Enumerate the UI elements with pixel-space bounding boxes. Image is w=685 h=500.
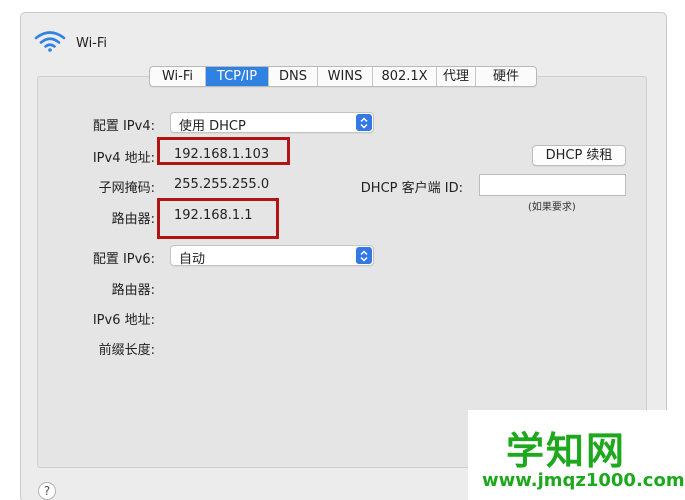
- help-button[interactable]: ?: [38, 482, 56, 500]
- configure-ipv6-value: 自动: [179, 252, 206, 267]
- watermark-logo-text: 学知网: [506, 429, 627, 473]
- subnet-mask-value: 255.255.255.0: [174, 177, 270, 192]
- ipv4-router-highlight: [157, 198, 279, 239]
- tab-dns[interactable]: DNS: [269, 67, 318, 86]
- dhcp-client-id-label: DHCP 客户端 ID:: [360, 181, 463, 196]
- prefix-length-label: 前缀长度:: [98, 343, 155, 358]
- dhcp-client-id-hint: (如果要求): [528, 202, 576, 213]
- configure-ipv6-select[interactable]: 自动: [170, 245, 374, 267]
- select-arrows-icon: [356, 114, 372, 131]
- configure-ipv4-label: 配置 IPv4:: [92, 119, 155, 134]
- window-header: Wi-Fi: [34, 30, 107, 56]
- ipv6-router-label: 路由器:: [111, 283, 155, 298]
- subnet-mask-label: 子网掩码:: [98, 181, 155, 196]
- select-arrows-icon: [356, 247, 372, 264]
- tab-wins[interactable]: WINS: [318, 67, 373, 86]
- ipv4-router-label: 路由器:: [111, 212, 155, 227]
- configure-ipv4-select[interactable]: 使用 DHCP: [170, 112, 374, 134]
- configure-ipv4-value: 使用 DHCP: [179, 119, 246, 134]
- ipv4-address-label: IPv4 地址:: [92, 151, 155, 166]
- wifi-icon: [34, 30, 66, 56]
- dhcp-client-id-field[interactable]: [479, 174, 626, 196]
- ipv6-address-label: IPv6 地址:: [92, 313, 155, 328]
- watermark: 学知网 www.jmqz1000.com: [468, 410, 685, 500]
- tab-bar: Wi-Fi TCP/IP DNS WINS 802.1X 代理 硬件: [149, 66, 537, 87]
- tab-wifi[interactable]: Wi-Fi: [150, 67, 206, 86]
- window-title: Wi-Fi: [76, 35, 108, 51]
- tab-proxy[interactable]: 代理: [437, 67, 476, 86]
- tab-hardware[interactable]: 硬件: [476, 67, 536, 86]
- configure-ipv6-label: 配置 IPv6:: [92, 252, 155, 267]
- dhcp-renew-button[interactable]: DHCP 续租: [532, 145, 626, 166]
- watermark-url: www.jmqz1000.com: [482, 470, 685, 491]
- ipv4-address-highlight: [157, 137, 290, 165]
- tab-tcpip[interactable]: TCP/IP: [206, 67, 269, 86]
- tab-8021x[interactable]: 802.1X: [373, 67, 437, 86]
